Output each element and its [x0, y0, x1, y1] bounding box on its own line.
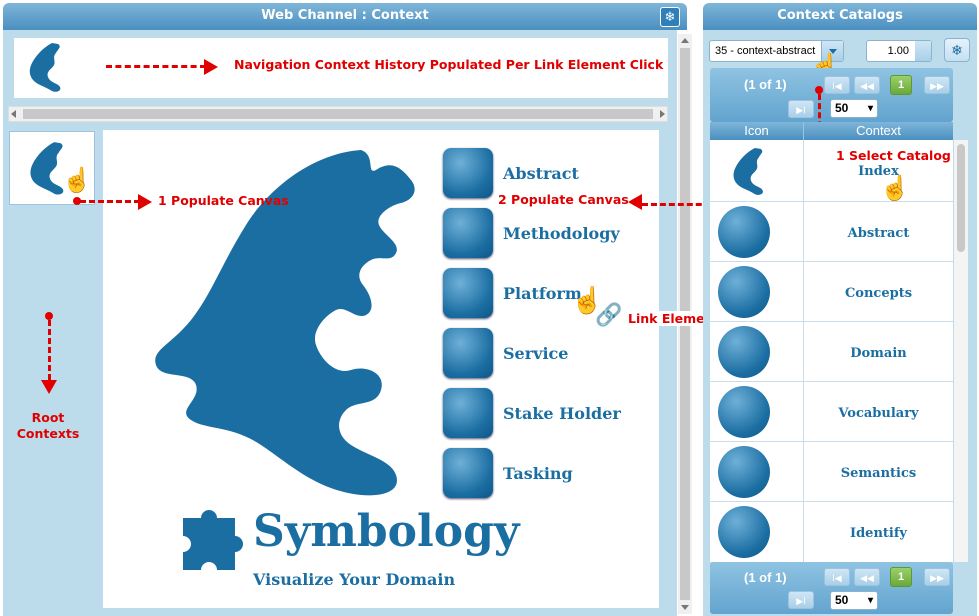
history-bar: Navigation Context History Populated Per… — [14, 38, 668, 98]
menu-label-platform: Platform — [503, 284, 582, 303]
scroll-down-icon[interactable] — [681, 605, 689, 610]
table-header: Icon Context — [710, 122, 953, 140]
menu-label-abstract: Abstract — [503, 164, 579, 183]
vocabulary-icon — [718, 386, 770, 438]
pager-text: (1 of 1) — [744, 77, 787, 92]
col-icon-header: Icon — [744, 123, 769, 138]
first-page-button[interactable]: I◀ — [824, 76, 850, 94]
chevron-down-icon: ▾ — [867, 595, 873, 606]
populate-annotation-1: 1 Populate Canvas — [158, 193, 289, 208]
concepts-icon — [718, 266, 770, 318]
prev-page-button[interactable]: ◀◀ — [854, 568, 880, 586]
populate-arrow-line — [80, 200, 140, 203]
history-context-thumb[interactable] — [22, 41, 74, 95]
settings-icon[interactable]: ❄ — [944, 38, 970, 62]
horizontal-scrollbar[interactable] — [8, 106, 668, 122]
service-icon — [443, 328, 493, 378]
globe-icon — [718, 326, 770, 378]
table-row[interactable]: Identify — [710, 502, 953, 562]
page-size-select[interactable]: 50 ▾ — [830, 591, 878, 610]
tasking-icon — [443, 448, 493, 498]
symbology-puzzle-icon — [183, 510, 243, 570]
catalog-arrow-head — [628, 194, 642, 210]
left-panel-header: Web Channel : Context — [3, 3, 687, 30]
page-size-value: 50 — [835, 101, 849, 115]
row-label-abstract: Abstract — [847, 226, 910, 241]
scroll-right-icon[interactable] — [660, 110, 665, 118]
row-label-vocabulary: Vocabulary — [838, 406, 919, 421]
link-icon: 🔗 — [595, 302, 623, 327]
platform-icon — [443, 268, 493, 318]
populate-arrow-head — [138, 194, 152, 210]
last-page-button[interactable]: ▶I — [788, 591, 814, 609]
table-row[interactable]: 1 Select Catalog Index ☝ — [710, 140, 953, 202]
scroll-left-icon[interactable] — [11, 110, 16, 118]
row-label-domain: Domain — [850, 346, 907, 361]
methodology-icon — [443, 208, 493, 258]
brand-tagline: Visualize Your Domain — [253, 570, 456, 589]
table-scrollbar[interactable] — [954, 140, 968, 562]
history-arrow-line — [106, 65, 206, 68]
context-table: 1 Select Catalog Index ☝ Abstract Concep… — [710, 140, 953, 562]
pager-top: (1 of 1) I◀ ◀◀ 1 ▶▶ ▶I 50 ▾ — [710, 68, 953, 122]
select-arrow-dot — [815, 86, 823, 94]
table-row[interactable]: Semantics — [710, 442, 953, 502]
root-arrow-dot — [45, 312, 53, 320]
puzzle-icon — [718, 206, 770, 258]
table-row[interactable]: Domain — [710, 322, 953, 382]
next-page-button[interactable]: ▶▶ — [924, 76, 950, 94]
history-annotation: Navigation Context History Populated Per… — [234, 57, 664, 72]
history-arrow-head — [204, 59, 218, 75]
settings-icon[interactable]: ❄ — [660, 7, 680, 27]
context-face-icon — [733, 147, 763, 195]
pin-icon — [718, 506, 770, 558]
row-label-identify: Identify — [850, 526, 907, 541]
pager-bottom: (1 of 1) I◀ ◀◀ 1 ▶▶ ▶I 50 ▾ — [710, 562, 953, 614]
page-size-select[interactable]: 50 ▾ — [830, 99, 878, 118]
root-context-item[interactable]: ☝ — [9, 131, 95, 205]
right-panel-header: Context Catalogs — [703, 3, 977, 30]
zoom-stepper[interactable] — [915, 41, 931, 61]
row-label-concepts: Concepts — [844, 286, 913, 301]
hand-cursor-icon: ☝ — [62, 167, 92, 194]
table-row[interactable]: Abstract — [710, 202, 953, 262]
stake-holder-icon — [443, 388, 493, 438]
brand-title: Symbology — [253, 506, 520, 557]
root-arrow-head — [41, 380, 57, 394]
menu-label-methodology: Methodology — [503, 224, 620, 243]
menu-label-service: Service — [503, 344, 569, 363]
page-number-button[interactable]: 1 — [890, 75, 912, 95]
table-row[interactable]: Vocabulary — [710, 382, 953, 442]
menu-label-tasking: Tasking — [503, 464, 573, 483]
prev-page-button[interactable]: ◀◀ — [854, 76, 880, 94]
menu-label-stake-holder: Stake Holder — [503, 404, 621, 423]
populate-annotation-2: 2 Populate Canvas — [498, 192, 629, 207]
pen-icon — [718, 446, 770, 498]
row-label-semantics: Semantics — [840, 466, 917, 481]
pager-text-bottom: (1 of 1) — [744, 570, 787, 585]
next-page-button[interactable]: ▶▶ — [924, 568, 950, 586]
page-size-value: 50 — [835, 593, 849, 607]
root-annotation: Root Contexts — [16, 410, 80, 441]
chevron-down-icon: ▾ — [867, 103, 873, 114]
table-row[interactable]: Concepts — [710, 262, 953, 322]
right-panel-title: Context Catalogs — [777, 8, 903, 23]
last-page-button[interactable]: ▶I — [788, 100, 814, 118]
root-arrow-line — [48, 320, 51, 380]
scroll-thumb[interactable] — [23, 109, 653, 119]
zoom-input[interactable]: 1.00 — [866, 40, 932, 62]
zoom-value: 1.00 — [887, 45, 909, 57]
select-annotation: 1 Select Catalog — [836, 148, 951, 163]
puzzle-icon — [443, 148, 493, 198]
page-number-button[interactable]: 1 — [890, 567, 912, 587]
hand-cursor-icon: ☝ — [880, 175, 910, 202]
catalog-select-value: 35 - context-abstract — [715, 45, 816, 57]
left-panel-title: Web Channel : Context — [261, 8, 429, 23]
scroll-up-icon[interactable] — [681, 38, 689, 43]
row-label-index: Index — [858, 164, 899, 179]
col-context-header: Context — [856, 123, 901, 138]
first-page-button[interactable]: I◀ — [824, 568, 850, 586]
table-scroll-thumb[interactable] — [957, 144, 965, 252]
